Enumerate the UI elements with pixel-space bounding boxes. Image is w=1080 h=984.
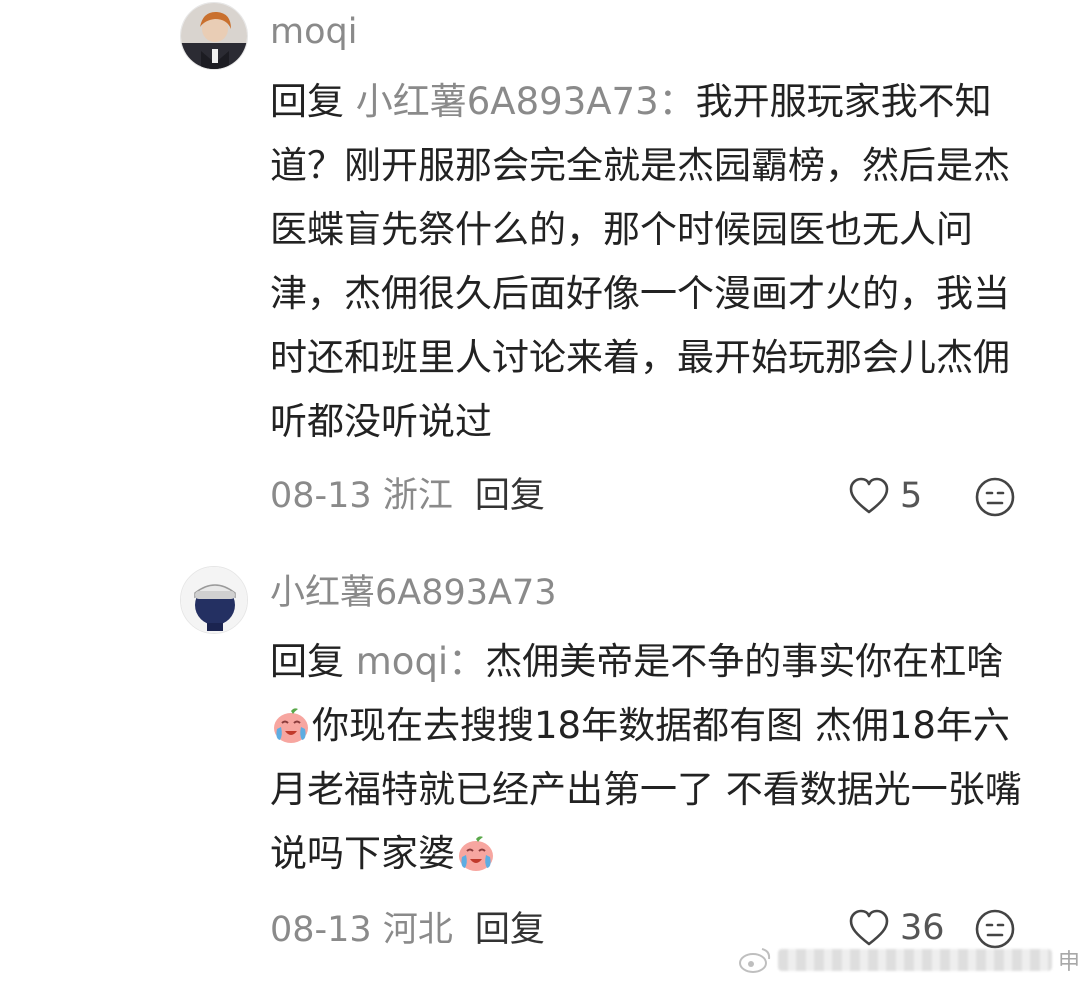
watermark-text: 申 (1057, 950, 1080, 975)
user-avatar-icon[interactable] (180, 2, 248, 70)
comment-location: 浙江 (382, 476, 453, 516)
comment-date: 08-13 (270, 476, 372, 516)
watermark-blurred-text (778, 949, 1052, 971)
weibo-logo-icon (739, 948, 771, 973)
comment-body: 回复 moqi：杰佣美帝是不争的事实你在杠啥 你现在去搜搜18年数据都有图 杰佣… (270, 630, 1040, 886)
comment-item: 小红薯6A893A73 回复 moqi：杰佣美帝是不争的事实你在杠啥 你现在去搜… (0, 560, 1080, 984)
comment-text-part: 杰佣美帝是不争的事实你在杠啥 (485, 640, 1004, 683)
like-button[interactable]: 5 (848, 474, 922, 518)
crying-face-emoji-icon (274, 708, 308, 743)
comment-item: moqi 回复 小红薯6A893A73：我开服玩家我不知道？刚开服那会完全就是杰… (0, 0, 1080, 560)
reply-target-mention[interactable]: 小红薯6A893A73： (356, 80, 696, 123)
user-avatar-icon[interactable] (180, 566, 248, 634)
like-count: 5 (900, 476, 923, 516)
reply-prefix: 回复 (270, 640, 344, 683)
comment-body: 回复 小红薯6A893A73：我开服玩家我不知道？刚开服那会完全就是杰园霸榜，然… (270, 70, 1040, 454)
comment-text-part: 你现在去搜搜18年数据都有图 杰佣18年六月老福特就已经产出第一了 不看数据光一… (270, 704, 1022, 875)
comment-username[interactable]: 小红薯6A893A73 (270, 573, 557, 613)
reply-button[interactable]: 回复 (475, 476, 545, 516)
crying-face-emoji-icon (459, 836, 493, 871)
dislike-face-icon[interactable] (974, 476, 1016, 518)
reply-prefix: 回复 (270, 80, 344, 123)
comment-meta: 08-13 浙江 回复 (270, 476, 545, 516)
comment-location: 河北 (382, 910, 453, 950)
heart-icon (849, 477, 889, 514)
reply-button[interactable]: 回复 (475, 910, 545, 950)
comment-date: 08-13 (270, 910, 372, 950)
comment-text: 我开服玩家我不知道？刚开服那会完全就是杰园霸榜，然后是杰医蝶盲先祭什么的，那个时… (270, 80, 1010, 443)
watermark: 申 (738, 940, 1080, 980)
comment-meta: 08-13 河北 回复 (270, 910, 545, 950)
comment-username[interactable]: moqi (270, 12, 357, 52)
reply-target-mention[interactable]: moqi： (356, 640, 485, 683)
